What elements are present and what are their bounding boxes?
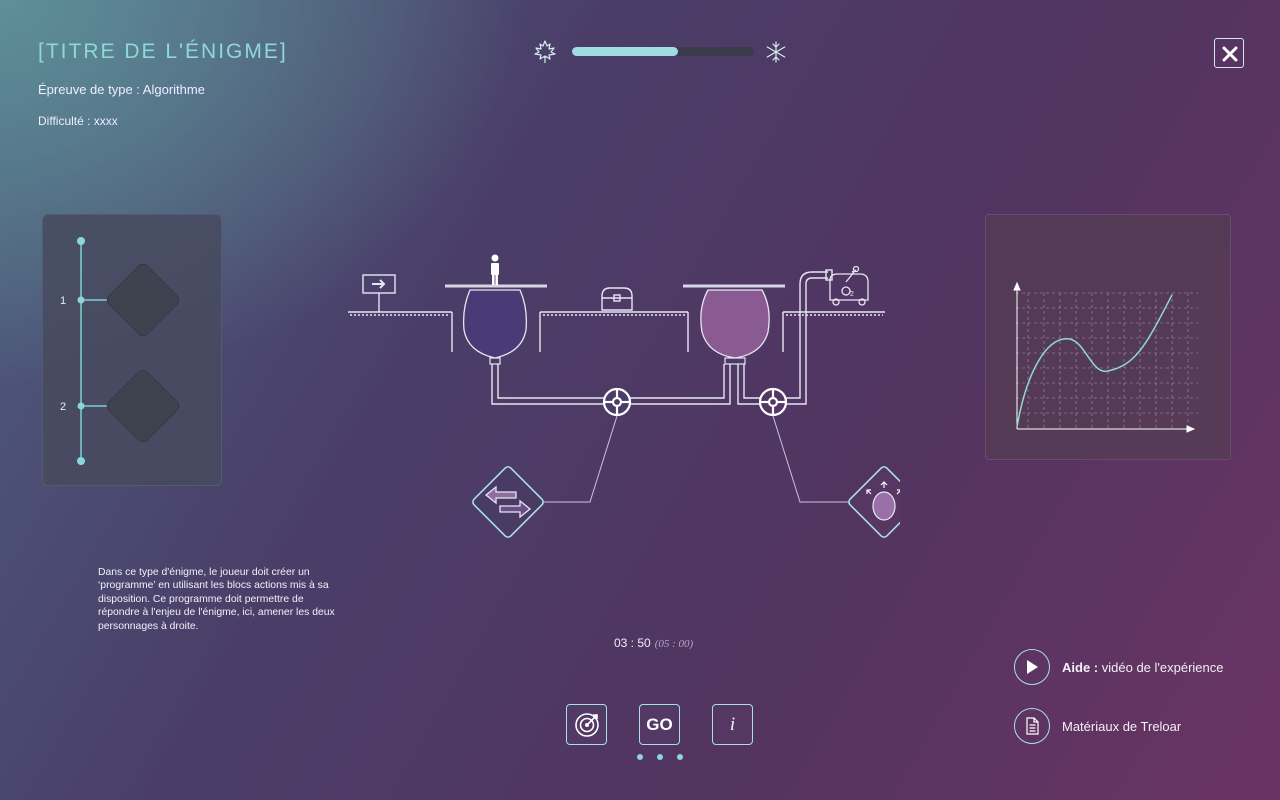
page-dot[interactable] xyxy=(637,754,643,760)
materials-link[interactable]: Matériaux de Treloar xyxy=(1014,707,1181,745)
timeline-start-node xyxy=(77,237,85,245)
stress-strain-chart xyxy=(1013,281,1198,433)
snowflake-icon xyxy=(766,41,786,63)
inflate-action-block[interactable] xyxy=(847,465,900,539)
puzzle-title: [TITRE DE L'ÉNIGME] xyxy=(38,40,288,63)
page-dot[interactable] xyxy=(657,754,663,760)
timer-current: 03 : 50 xyxy=(614,636,651,650)
right-balloon xyxy=(700,289,770,365)
go-button[interactable]: GO xyxy=(639,704,680,745)
materials-text: Matériaux de Treloar xyxy=(1062,718,1182,734)
target-icon xyxy=(574,712,599,737)
step-number: 1 xyxy=(60,295,66,307)
program-step[interactable]: 1 xyxy=(60,262,181,338)
stress-curve-panel xyxy=(985,214,1231,460)
objective-button[interactable] xyxy=(566,704,607,745)
help-text: vidéo de l'expérience xyxy=(1101,659,1224,675)
puzzle-difficulty: Difficulté : xxxx xyxy=(38,114,118,128)
oxygen-compressor-icon: 2 xyxy=(829,265,869,306)
svg-text:2: 2 xyxy=(850,291,854,298)
progress-fill xyxy=(572,47,678,56)
timer: 03 : 50 (05 : 00) xyxy=(614,636,693,650)
empty-action-slot[interactable] xyxy=(105,368,181,444)
person-icon xyxy=(491,254,499,285)
play-icon xyxy=(1014,649,1050,685)
puzzle-description: Dans ce type d'énigme, le joueur doit cr… xyxy=(98,567,335,632)
program-panel: 1 2 xyxy=(42,214,222,486)
puzzle-scene: 2 xyxy=(348,254,900,539)
document-icon xyxy=(1014,708,1050,744)
pipe-network xyxy=(491,269,833,405)
exit-sign-icon xyxy=(362,274,396,312)
left-balloon xyxy=(462,289,528,365)
close-icon xyxy=(1222,46,1238,62)
puzzle-type: Épreuve de type : Algorithme xyxy=(38,82,205,97)
empty-action-slot[interactable] xyxy=(105,262,181,338)
program-timeline: 1 2 xyxy=(60,237,181,465)
curve-line xyxy=(1016,294,1173,428)
help-video-link[interactable]: Aide : vidéo de l'expérience xyxy=(1014,648,1223,686)
maple-leaf-icon xyxy=(534,40,556,63)
info-button[interactable]: i xyxy=(712,704,753,745)
treasure-chest-icon xyxy=(601,287,633,311)
page-dot[interactable] xyxy=(677,754,683,760)
help-label: Aide : xyxy=(1062,659,1099,675)
pagination-dots xyxy=(637,754,683,762)
timeline-end-node xyxy=(77,457,85,465)
progress-track xyxy=(572,47,754,56)
swap-action-block[interactable] xyxy=(471,465,545,539)
season-progress xyxy=(530,38,790,66)
valve-right-icon[interactable] xyxy=(758,387,788,417)
close-button[interactable] xyxy=(1214,38,1244,68)
timer-max: (05 : 00) xyxy=(654,638,694,650)
valve-left-icon[interactable] xyxy=(602,387,632,417)
chart-grid xyxy=(1016,292,1198,429)
program-step[interactable]: 2 xyxy=(60,368,181,444)
step-number: 2 xyxy=(60,401,66,413)
